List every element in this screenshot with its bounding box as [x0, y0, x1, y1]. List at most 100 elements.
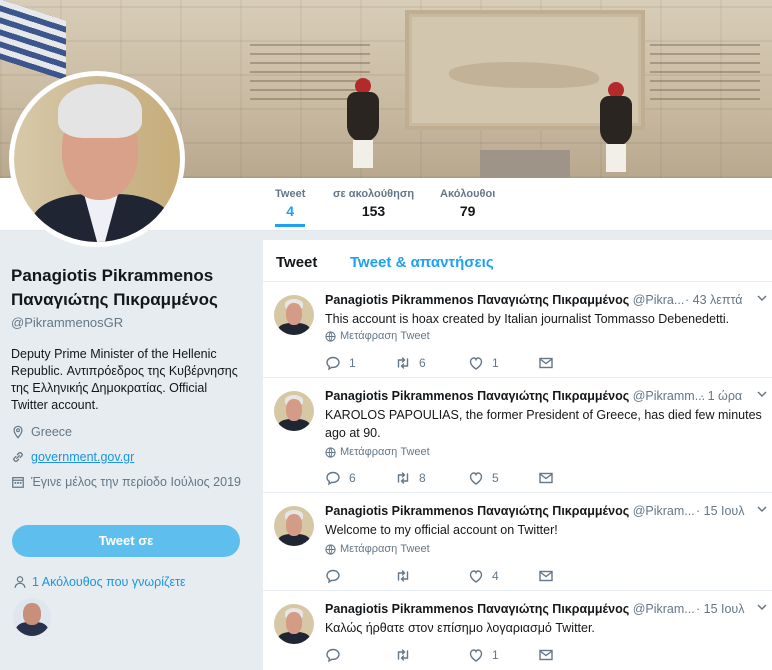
reply-count: 6: [349, 471, 356, 485]
like-button[interactable]: 4: [468, 568, 499, 584]
like-count: 5: [492, 471, 499, 485]
tweet-item[interactable]: Panagiotis Pikrammenos Παναγιώτης Πικραμ…: [263, 282, 772, 378]
profile-location-text: Greece: [31, 425, 72, 439]
direct-message-button[interactable]: [538, 568, 554, 584]
translate-tweet-link[interactable]: Μετάφραση Tweet: [325, 446, 430, 458]
retweet-button[interactable]: [395, 568, 419, 584]
stat-tweets-value: 4: [286, 203, 295, 219]
stat-tweets[interactable]: Tweet 4: [275, 188, 306, 227]
tweet-author-name[interactable]: Panagiotis Pikrammenos Παναγιώτης Πικραμ…: [325, 389, 629, 403]
retweet-icon: [397, 570, 409, 582]
tweet-author-avatar[interactable]: [274, 391, 314, 431]
like-button[interactable]: 1: [468, 647, 499, 663]
stat-followers[interactable]: Ακόλουθοι 79: [440, 188, 495, 219]
tweet-author-handle[interactable]: @Pikram...: [633, 504, 695, 518]
retweet-icon: [397, 472, 409, 484]
chevron-down-icon[interactable]: [757, 504, 767, 514]
tweet-author-name[interactable]: Panagiotis Pikrammenos Παναγιώτης Πικραμ…: [325, 504, 629, 518]
tweet-timestamp[interactable]: · 43 λεπτά: [685, 293, 742, 307]
reply-button[interactable]: [325, 568, 349, 584]
reply-count: 1: [349, 356, 356, 370]
reply-button[interactable]: 1: [325, 355, 356, 371]
translate-tweet-text[interactable]: Μετάφραση Tweet: [340, 446, 430, 458]
like-button[interactable]: 5: [468, 470, 499, 486]
profile-handle[interactable]: @PikrammenosGR: [11, 315, 247, 330]
monument-base: [480, 150, 570, 178]
tweet-timestamp[interactable]: · 15 Ιουλ: [696, 602, 745, 616]
tweet-author-name[interactable]: Panagiotis Pikrammenos Παναγιώτης Πικραμ…: [325, 602, 629, 616]
profile-name[interactable]: Panagiotis Pikrammenos Παναγιώτης Πικραμ…: [11, 264, 247, 312]
profile-bio: Deputy Prime Minister of the Hellenic Re…: [11, 347, 238, 412]
reply-button[interactable]: [325, 647, 349, 663]
evzone-guard-right: [598, 82, 634, 172]
followers-you-know-link[interactable]: 1 Ακόλουθος που γνωρίζετε: [13, 575, 186, 589]
tweet-item[interactable]: Panagiotis Pikrammenos Παναγιώτης Πικραμ…: [263, 493, 772, 591]
tweet-text: Welcome to my official account on Twitte…: [325, 523, 558, 537]
chevron-down-icon[interactable]: [757, 602, 767, 612]
retweet-button[interactable]: 6: [395, 355, 426, 371]
tweet-author-handle[interactable]: @Pikra...: [633, 293, 685, 307]
calendar-icon: [12, 477, 24, 488]
profile-website[interactable]: government.gov.gr: [11, 450, 247, 464]
chevron-down-icon[interactable]: [757, 293, 767, 303]
profile-card: Panagiotis Pikrammenos Παναγιώτης Πικραμ…: [11, 264, 247, 489]
tweet-actions: 6 8 5: [325, 470, 565, 488]
heart-icon: [469, 649, 483, 662]
tab-tweets[interactable]: Tweet: [276, 254, 317, 271]
tweet-to-button[interactable]: Tweet σε: [12, 525, 240, 557]
translate-tweet-link[interactable]: Μετάφραση Tweet: [325, 330, 430, 342]
profile-avatar[interactable]: [9, 71, 185, 247]
tweet-author-name[interactable]: Panagiotis Pikrammenos Παναγιώτης Πικραμ…: [325, 293, 629, 307]
tweet-author-avatar[interactable]: [274, 295, 314, 335]
translate-tweet-text[interactable]: Μετάφραση Tweet: [340, 543, 430, 555]
tab-tweets-and-replies[interactable]: Tweet & απαντήσεις: [350, 254, 494, 271]
chevron-down-icon[interactable]: [757, 389, 767, 399]
reply-icon: [326, 648, 340, 663]
heart-icon: [469, 472, 483, 485]
retweet-button[interactable]: 8: [395, 470, 426, 486]
followers-you-know-text[interactable]: 1 Ακόλουθος που γνωρίζετε: [32, 575, 186, 589]
tweet-author-avatar[interactable]: [274, 604, 314, 644]
like-count: 4: [492, 569, 499, 583]
retweet-count: 6: [419, 356, 426, 370]
person-icon: [14, 576, 26, 588]
tweet-timestamp[interactable]: · 1 ώρα: [700, 389, 742, 403]
tweet-item[interactable]: Panagiotis Pikrammenos Παναγιώτης Πικραμ…: [263, 591, 772, 670]
stat-following[interactable]: σε ακολούθηση 153: [333, 188, 414, 219]
retweet-button[interactable]: [395, 647, 419, 663]
tweet-timestamp[interactable]: · 15 Ιουλ: [696, 504, 745, 518]
tweet-item[interactable]: Panagiotis Pikrammenos Παναγιώτης Πικραμ…: [263, 378, 772, 493]
profile-website-link[interactable]: government.gov.gr: [31, 450, 134, 464]
direct-message-button[interactable]: [538, 470, 554, 486]
location-pin-icon: [13, 425, 23, 439]
like-count: 1: [492, 356, 499, 370]
direct-message-button[interactable]: [538, 355, 554, 371]
tweet-header: Panagiotis Pikrammenos Παναγιώτης Πικραμ…: [325, 293, 745, 307]
like-button[interactable]: 1: [468, 355, 499, 371]
tweet-author-handle[interactable]: @Pikram...: [633, 602, 695, 616]
retweet-icon: [397, 357, 409, 369]
tweet-author-avatar[interactable]: [274, 506, 314, 546]
tweet-actions: 1 6 1: [325, 355, 565, 373]
timeline: Tweet Tweet & απαντήσεις Panagiotis Pikr…: [263, 240, 772, 670]
globe-icon: [325, 543, 336, 555]
tweet-header: Panagiotis Pikrammenos Παναγιώτης Πικραμ…: [325, 389, 745, 403]
tweet-text: KAROLOS PAPOULIAS, the former President …: [325, 408, 762, 440]
envelope-icon: [539, 570, 553, 582]
tweet-author-handle[interactable]: @Pikramm...: [633, 389, 705, 403]
timeline-tabs: Tweet Tweet & απαντήσεις: [263, 240, 772, 282]
reply-button[interactable]: 6: [325, 470, 356, 486]
stat-followers-value: 79: [459, 203, 476, 219]
translate-tweet-text[interactable]: Μετάφραση Tweet: [340, 330, 430, 342]
envelope-icon: [539, 472, 553, 484]
tweet-header: Panagiotis Pikrammenos Παναγιώτης Πικραμ…: [325, 602, 745, 616]
tweet-text: Καλώς ήρθατε στον επίσημο λογαριασμό Twi…: [325, 621, 595, 635]
translate-tweet-link[interactable]: Μετάφραση Tweet: [325, 543, 430, 555]
profile-location: Greece: [11, 425, 247, 439]
stat-following-label: σε ακολούθηση: [333, 188, 415, 200]
direct-message-button[interactable]: [538, 647, 554, 663]
stat-following-value: 153: [361, 203, 386, 219]
follower-avatar[interactable]: [13, 598, 51, 636]
stat-tweets-label: Tweet: [275, 188, 306, 200]
tweet-text: This account is hoax created by Italian …: [325, 312, 730, 326]
